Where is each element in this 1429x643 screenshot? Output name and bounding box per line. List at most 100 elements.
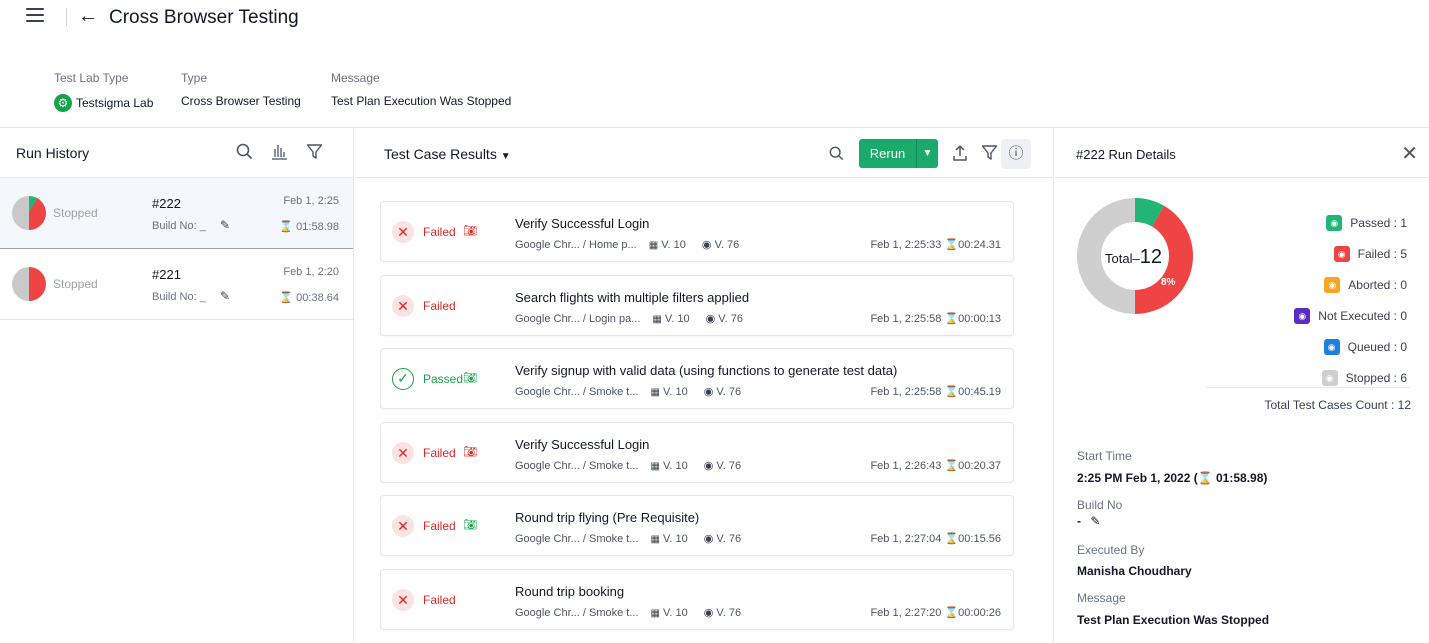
donut-total-label: Total	[1105, 251, 1133, 266]
run-build-no: Build No: _	[152, 220, 206, 232]
camera-icon[interactable]: 📷︎	[463, 371, 477, 384]
chrome-icon: ◉	[705, 312, 716, 325]
eye-icon[interactable]: ◉	[1324, 276, 1341, 293]
test-case-result-row[interactable]: ✕ Failed 📷︎ Round trip flying (Pre Requi…	[380, 495, 1014, 557]
x-circle-icon: ✕	[392, 221, 414, 243]
test-case-time: Feb 1, 2:27:20 ⌛00:00:26	[870, 607, 1001, 619]
run-number: #221	[152, 267, 181, 282]
suite-path: / Smoke t...	[582, 386, 639, 399]
chrome-icon: ◉	[703, 459, 714, 472]
rerun-dropdown-icon[interactable]: ▼	[917, 139, 938, 168]
test-status: Failed	[423, 445, 456, 460]
run-number: #222	[152, 196, 181, 211]
test-case-result-row[interactable]: ✕ Failed Search flights with multiple fi…	[380, 274, 1014, 336]
test-case-start: Feb 1, 2:26:43	[870, 459, 942, 472]
legend-item[interactable]: ◉ Queued : 0	[1294, 331, 1407, 362]
test-case-duration: 00:20.37	[958, 459, 1001, 472]
test-case-env: Google Chr... / Login pa... ▦ V. 10 ◉ V. 7…	[515, 312, 743, 325]
test-case-time: Feb 1, 2:27:04 ⌛00:15.56	[870, 533, 1001, 546]
start-time-label: Start Time	[1077, 449, 1132, 463]
eye-icon[interactable]: ◉	[1321, 369, 1338, 386]
run-details-title: #222 Run Details	[1076, 147, 1176, 162]
test-case-result-row[interactable]: ✕ Failed 📷︎ Verify Successful Login Goog…	[380, 201, 1014, 262]
details-message-label: Message	[1077, 591, 1126, 605]
pencil-icon[interactable]: ✎	[220, 289, 230, 303]
test-case-name: Round trip booking	[515, 584, 625, 599]
test-status: Failed	[423, 593, 456, 607]
build-no-label: Build No	[1077, 498, 1123, 512]
test-case-result-row[interactable]: ✓ Passed 📷︎ Verify signup with valid dat…	[380, 348, 1014, 410]
test-case-results-panel: Test Case Results ▼ Rerun ▼ ⓘ ✕ Failed 📷…	[355, 128, 1054, 643]
windows-icon: ▦	[652, 313, 662, 325]
legend-item[interactable]: ◉ Failed : 5	[1294, 238, 1407, 269]
info-icon[interactable]: ⓘ	[1001, 139, 1031, 169]
run-history-item[interactable]: Stopped #222 Build No: _ ✎ Feb 1, 2:25 ⌛…	[0, 178, 353, 249]
run-date: Feb 1, 2:20	[283, 266, 339, 278]
windows-icon: ▦	[650, 608, 660, 619]
status-legend: ◉ Passed : 1 ◉ Failed : 5 ◉ Aborted : 0 ◉ Not E…	[1294, 207, 1407, 393]
x-circle-icon: ✕	[392, 294, 414, 317]
upload-icon[interactable]	[952, 144, 968, 167]
test-status: Failed	[423, 519, 456, 534]
eye-icon[interactable]: ◉	[1294, 307, 1311, 324]
browser-version: V. 76	[716, 386, 742, 399]
hamburger-icon[interactable]	[26, 8, 44, 22]
top-bar: ← Cross Browser Testing	[0, 0, 1429, 36]
camera-icon[interactable]: 📷︎	[463, 224, 477, 237]
run-history-item[interactable]: Stopped #221 Build No: _ ✎ Feb 1, 2:20 ⌛…	[0, 249, 353, 320]
close-icon[interactable]: ✕	[1401, 141, 1418, 166]
search-icon[interactable]	[829, 146, 844, 166]
test-status: Passed	[423, 372, 464, 387]
filter-icon[interactable]	[306, 143, 323, 165]
camera-icon[interactable]: 📷︎	[463, 518, 477, 531]
pencil-icon[interactable]: ✎	[1090, 514, 1100, 528]
rerun-button[interactable]: Rerun ▼	[859, 139, 938, 168]
legend-item[interactable]: ◉ Not Executed : 0	[1294, 300, 1407, 331]
test-case-result-row[interactable]: ✕ Failed Round trip booking Google Chr..…	[380, 569, 1014, 630]
test-case-duration: 00:00:26	[958, 607, 1001, 619]
run-details-panel: #222 Run Details ✕ Total–12 8% ◉ Passed :…	[1055, 128, 1429, 643]
results-title-dropdown[interactable]: Test Case Results ▼	[384, 146, 511, 162]
eye-icon[interactable]: ◉	[1333, 245, 1350, 262]
test-case-env: Google Chr... / Smoke t... ▦ V. 10 ◉ V. 76	[515, 459, 741, 472]
run-list: Stopped #222 Build No: _ ✎ Feb 1, 2:25 ⌛…	[0, 178, 353, 320]
page-title: Cross Browser Testing	[109, 7, 299, 28]
run-history-panel: Run History Stopped #222 Build No: _ ✎ F…	[0, 128, 354, 643]
test-case-result-row[interactable]: ✕ Failed 📷︎ Verify Successful Login Goog…	[380, 421, 1014, 483]
message-info: Message Test Plan Execution Was Stopped	[331, 71, 511, 108]
gear-icon: ⚙	[54, 94, 72, 112]
executed-by-value: Manisha Choudhary	[1077, 564, 1192, 578]
test-case-duration: 00:24.31	[958, 239, 1001, 251]
type-value: Cross Browser Testing	[181, 94, 301, 108]
eye-icon[interactable]: ◉	[1323, 338, 1340, 355]
legend-item[interactable]: ◉ Aborted : 0	[1294, 269, 1407, 300]
pencil-icon[interactable]: ✎	[220, 218, 230, 232]
results-title: Test Case Results	[384, 146, 497, 162]
browser-version: V. 76	[716, 459, 742, 472]
test-case-name: Search flights with multiple filters app…	[515, 289, 750, 305]
suite-path: / Login pa...	[582, 312, 641, 325]
browser-name: Google Chr...	[515, 533, 580, 546]
results-header: Test Case Results ▼ Rerun ▼ ⓘ	[355, 128, 1053, 178]
camera-icon[interactable]: 📷︎	[463, 445, 477, 458]
search-icon[interactable]	[236, 143, 253, 165]
arrow-left-icon[interactable]: ←	[78, 5, 98, 28]
x-circle-icon: ✕	[392, 441, 414, 464]
legend-item[interactable]: ◉ Stopped : 6	[1294, 362, 1407, 393]
run-status-pie	[12, 267, 46, 301]
test-case-time: Feb 1, 2:26:43 ⌛00:20.37	[870, 459, 1001, 472]
test-lab-type-value: Testsigma Lab	[76, 96, 154, 110]
message-value: Test Plan Execution Was Stopped	[331, 94, 512, 108]
details-message-value: Test Plan Execution Was Stopped	[1077, 613, 1270, 627]
filter-icon[interactable]	[981, 144, 998, 166]
test-status: Failed	[423, 298, 456, 313]
browser-version: V. 76	[716, 607, 742, 619]
run-history-header: Run History	[0, 128, 353, 178]
eye-icon[interactable]: ◉	[1326, 214, 1343, 231]
check-circle-icon: ✓	[392, 368, 414, 391]
bar-chart-icon[interactable]	[271, 143, 288, 165]
test-case-duration: 00:45.19	[958, 386, 1001, 399]
os-version: V. 10	[663, 386, 688, 399]
browser-name: Google Chr...	[515, 239, 580, 251]
legend-item[interactable]: ◉ Passed : 1	[1294, 207, 1407, 238]
